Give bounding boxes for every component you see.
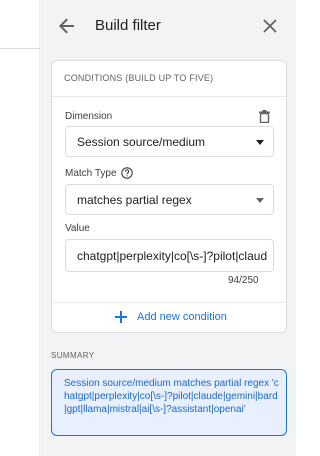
add-new-condition-button[interactable]: Add new condition [115, 311, 227, 323]
background-page [0, 0, 40, 456]
match-type-label: Match Type [65, 167, 117, 179]
conditions-card: CONDITIONS (BUILD UP TO FIVE) Dimension … [51, 60, 287, 333]
add-new-condition-label: Add new condition [137, 311, 227, 323]
chevron-down-icon [256, 198, 264, 203]
conditions-header: CONDITIONS (BUILD UP TO FIVE) [52, 61, 286, 97]
match-type-value: matches partial regex [77, 193, 192, 207]
plus-icon [115, 311, 127, 323]
match-type-select[interactable]: matches partial regex [65, 184, 274, 215]
match-type-label-row: Match Type [65, 167, 133, 179]
close-button[interactable] [259, 15, 281, 37]
character-counter: 94/250 [228, 275, 259, 286]
value-input[interactable]: chatgpt|perplexity|co[\s-]?pilot|claud [65, 239, 274, 272]
close-icon [263, 19, 277, 33]
summary-label: SUMMARY [51, 351, 95, 360]
dimension-select[interactable]: Session source/medium [65, 126, 274, 157]
dimension-value: Session source/medium [77, 135, 206, 149]
build-filter-panel: Build filter CONDITIONS (BUILD UP TO FIV… [41, 0, 296, 456]
summary-box: Session source/medium matches partial re… [51, 369, 287, 436]
background-divider [0, 48, 40, 49]
dimension-label: Dimension [65, 111, 113, 122]
panel-header: Build filter [41, 0, 296, 52]
help-icon[interactable] [120, 167, 133, 179]
delete-condition-button[interactable] [257, 108, 271, 124]
panel-title: Build filter [95, 17, 161, 34]
value-input-text: chatgpt|perplexity|co[\s-]?pilot|claud [77, 249, 268, 263]
conditions-footer: Add new condition [52, 302, 286, 332]
arrow-back-icon [59, 18, 74, 34]
trash-icon [258, 109, 270, 123]
conditions-header-label: CONDITIONS (BUILD UP TO FIVE) [64, 73, 214, 83]
back-button[interactable] [56, 15, 78, 37]
value-label: Value [65, 223, 90, 234]
summary-text: Session source/medium matches partial re… [64, 378, 279, 415]
chevron-down-icon [256, 140, 264, 145]
